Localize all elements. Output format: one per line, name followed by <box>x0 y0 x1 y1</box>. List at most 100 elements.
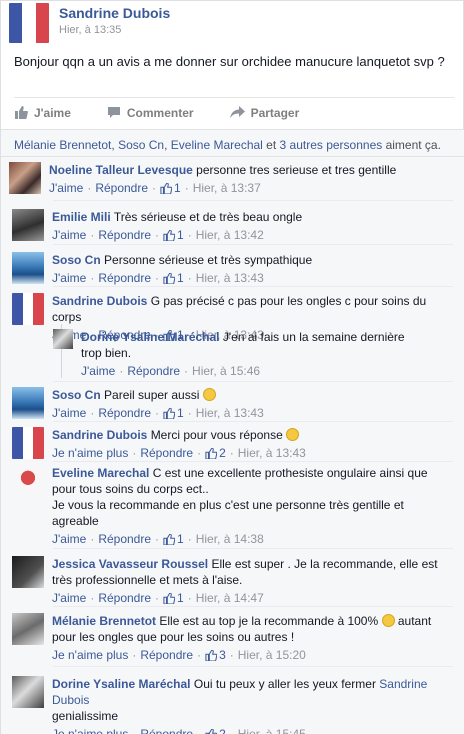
comment-footer: J'aime· Répondre· 1· Hier, à 13:43 <box>52 270 312 286</box>
commenter-avatar[interactable] <box>53 329 73 349</box>
comment-timestamp[interactable]: Hier, à 15:46 <box>192 363 260 379</box>
comment-like-link[interactable]: J'aime <box>52 227 86 243</box>
comment: Jessica Vavasseur Roussel Elle est super… <box>12 556 452 606</box>
comment-like-link[interactable]: J'aime <box>52 590 86 606</box>
likes-summary: Mélanie Brennetot, Soso Cn, Eveline Mare… <box>14 138 441 152</box>
commenter-name[interactable]: Jessica Vavasseur Roussel <box>52 557 208 571</box>
divider <box>53 200 453 201</box>
comment-timestamp[interactable]: Hier, à 15:45 <box>238 726 306 734</box>
thumbs-up-icon <box>163 229 176 241</box>
comment-timestamp[interactable]: Hier, à 13:42 <box>196 227 264 243</box>
post-timestamp[interactable]: Hier, à 13:35 <box>59 24 170 36</box>
commenter-name[interactable]: Soso Cn <box>52 388 101 402</box>
comment-reply-link[interactable]: Répondre <box>140 445 193 461</box>
comment-unlike-link[interactable]: Je n'aime plus <box>52 445 128 461</box>
comment-like-link[interactable]: J'aime <box>52 405 86 421</box>
commenter-name[interactable]: Noeline Talleur Levesque <box>49 163 193 177</box>
commenter-name[interactable]: Soso Cn <box>52 253 101 267</box>
comment-like-link[interactable]: J'aime <box>81 363 115 379</box>
comment-reply-link[interactable]: Répondre <box>140 726 193 734</box>
commenter-avatar[interactable] <box>12 293 44 325</box>
commenter-avatar[interactable] <box>12 252 44 284</box>
comment-reply-link[interactable]: Répondre <box>140 647 193 663</box>
commenter-name[interactable]: Dorine Ysaline Maréchal <box>81 330 220 344</box>
comment-like-count[interactable]: 1 <box>163 405 184 421</box>
liker-link[interactable]: Eveline Marechal <box>171 138 263 152</box>
commenter-avatar[interactable] <box>12 427 44 459</box>
comment-like-link[interactable]: J'aime <box>52 270 86 286</box>
comment-reply-link[interactable]: Répondre <box>98 531 151 547</box>
commenter-avatar[interactable] <box>12 387 44 419</box>
commenter-name[interactable]: Sandrine Dubois <box>52 294 147 308</box>
comment-like-count[interactable]: 1 <box>163 227 184 243</box>
dot-separator: · <box>87 181 92 195</box>
dot-separator: · <box>132 446 137 460</box>
comment-timestamp[interactable]: Hier, à 13:43 <box>196 270 264 286</box>
comment-like-count[interactable]: 1 <box>163 590 184 606</box>
comment-reply-link[interactable]: Répondre <box>98 405 151 421</box>
commenter-avatar[interactable] <box>12 465 44 497</box>
commenter-avatar[interactable] <box>12 209 44 241</box>
comment: Mélanie Brennetot Elle est au top je la … <box>12 613 452 663</box>
comment: Noeline Talleur Levesque personne tres s… <box>9 162 449 196</box>
thumbs-up-icon <box>163 592 176 604</box>
comment-unlike-link[interactable]: Je n'aime plus <box>52 647 128 663</box>
liker-link[interactable]: Mélanie Brennetot <box>14 138 111 152</box>
comment-button[interactable]: Commenter <box>107 106 194 120</box>
comment-footer: J'aime · Répondre · 1 · Hier, à 14:38 <box>52 531 442 547</box>
share-arrow-icon <box>229 106 245 119</box>
author-avatar[interactable] <box>9 3 49 43</box>
commenter-avatar[interactable] <box>9 162 41 194</box>
comment-like-count[interactable]: 2 <box>205 726 226 734</box>
commenter-avatar[interactable] <box>12 676 44 708</box>
comment-like-link[interactable]: J'aime <box>52 531 86 547</box>
share-button[interactable]: Partager <box>229 106 299 120</box>
comment-reply-link[interactable]: Répondre <box>127 363 180 379</box>
comment-like-count[interactable]: 3 <box>205 647 226 663</box>
comment-like-count[interactable]: 1 <box>163 531 184 547</box>
comment-timestamp[interactable]: Hier, à 13:43 <box>238 445 306 461</box>
dot-separator: · <box>184 364 189 378</box>
commenter-name[interactable]: Dorine Ysaline Maréchal <box>52 677 191 691</box>
comment-timestamp[interactable]: Hier, à 14:38 <box>196 531 264 547</box>
comment-reply-link[interactable]: Répondre <box>98 590 151 606</box>
comment-icon <box>107 107 120 118</box>
comment-timestamp[interactable]: Hier, à 13:43 <box>196 405 264 421</box>
like-button[interactable]: J'aime <box>14 106 71 120</box>
comment-like-count[interactable]: 1 <box>163 270 184 286</box>
like-count: 1 <box>177 532 184 546</box>
smile-emoji-icon <box>202 388 216 401</box>
comments-section: Mélanie Brennetot, Soso Cn, Eveline Mare… <box>1 129 464 734</box>
other-likers-link[interactable]: 3 autres personnes <box>280 138 383 152</box>
commenter-name[interactable]: Mélanie Brennetot <box>52 614 156 628</box>
comment-timestamp[interactable]: Hier, à 14:47 <box>196 590 264 606</box>
post-author-link[interactable]: Sandrine Dubois <box>59 5 170 21</box>
dot-separator: · <box>197 446 202 460</box>
comment-reply-link[interactable]: Répondre <box>98 270 151 286</box>
commenter-avatar[interactable] <box>12 613 44 645</box>
dot-separator: · <box>187 228 192 242</box>
comment-reply-link[interactable]: Répondre <box>98 227 151 243</box>
comment-timestamp[interactable]: Hier, à 13:37 <box>193 180 261 196</box>
comment-timestamp[interactable]: Hier, à 15:20 <box>238 647 306 663</box>
thumbs-up-icon <box>205 447 218 459</box>
comment-like-count[interactable]: 1 <box>160 180 181 196</box>
commenter-avatar[interactable] <box>12 556 44 588</box>
comment-text: personne tres serieuse et tres gentille <box>196 163 397 177</box>
comment-reply-link[interactable]: Répondre <box>95 180 148 196</box>
commenter-name[interactable]: Sandrine Dubois <box>52 428 147 442</box>
comment: Sandrine Dubois Merci pour vous réponse … <box>12 427 452 461</box>
comment-like-count[interactable]: 2 <box>205 445 226 461</box>
commenter-name[interactable]: Eveline Marechal <box>52 466 149 480</box>
comment-text: Elle est au top je la recommande à 100% <box>159 614 379 628</box>
liker-link[interactable]: Soso Cn <box>118 138 164 152</box>
dot-separator: · <box>132 648 137 662</box>
commenter-name[interactable]: Emilie Mili <box>52 210 111 224</box>
comment-footer: J'aime · Répondre · Hier, à 15:46 <box>81 363 411 379</box>
post-actions: J'aime Commenter Partager <box>14 97 454 127</box>
divider <box>53 381 453 382</box>
comment-unlike-link[interactable]: Je n'aime plus <box>52 726 128 734</box>
dot-separator: · <box>90 532 95 546</box>
dot-separator: · <box>90 591 95 605</box>
comment-like-link[interactable]: J'aime <box>49 180 83 196</box>
